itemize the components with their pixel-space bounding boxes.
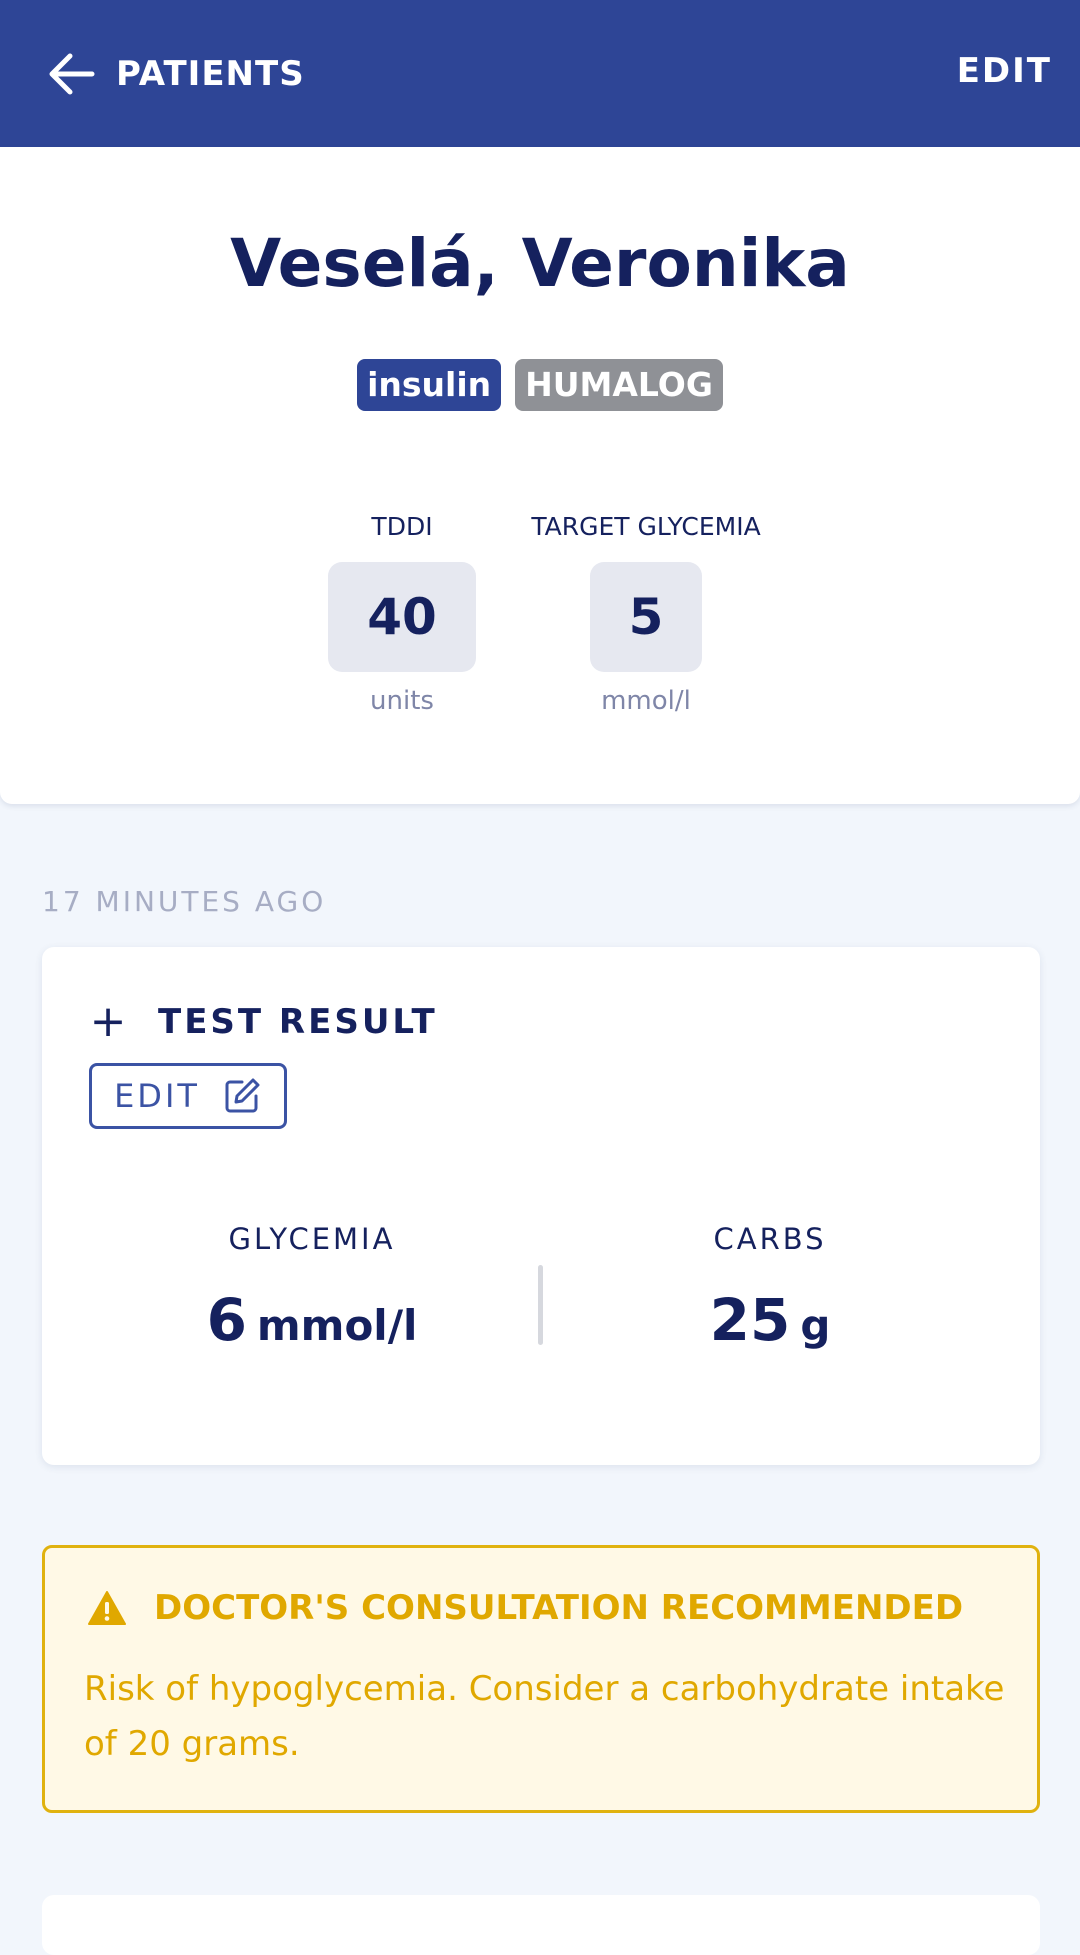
back-to-patients-button[interactable]: PATIENTS: [48, 50, 305, 98]
entry-timestamp: 17 MINUTES AGO: [42, 885, 327, 918]
test-result-heading: + TEST RESULT: [88, 1000, 438, 1044]
alert-title: DOCTOR'S CONSULTATION RECOMMENDED: [154, 1588, 964, 1628]
target-glycemia-metric: TARGET GLYCEMIA 5 mmol/l: [526, 512, 766, 716]
glycemia-reading: GLYCEMIA 6 mmol/l: [102, 1222, 522, 1354]
carbs-value: 25: [709, 1286, 791, 1354]
tddi-value: 40: [328, 562, 476, 672]
glycemia-value: 6: [206, 1286, 247, 1354]
carbs-unit: g: [800, 1301, 831, 1350]
target-glycemia-value: 5: [590, 562, 702, 672]
edit-entry-label: EDIT: [114, 1077, 200, 1115]
insulin-brand-badge: HUMALOG: [515, 359, 723, 411]
edit-entry-button[interactable]: EDIT: [89, 1063, 287, 1129]
tddi-label: TDDI: [371, 512, 433, 541]
tddi-metric: TDDI 40 units: [282, 512, 522, 716]
insulin-badge: insulin: [357, 359, 502, 411]
warning-triangle-icon: [88, 1591, 126, 1625]
arrow-left-icon: [49, 53, 95, 95]
target-glycemia-unit: mmol/l: [601, 686, 691, 716]
alert-message: Risk of hypoglycemia. Consider a carbohy…: [84, 1669, 1005, 1764]
next-entry-card: [42, 1895, 1040, 1955]
reading-divider: [538, 1265, 543, 1345]
edit-patient-button[interactable]: EDIT: [957, 51, 1052, 91]
carbs-reading: CARBS 25 g: [560, 1222, 980, 1354]
patient-name: Veselá, Veronika: [230, 225, 850, 302]
tddi-unit: units: [370, 686, 434, 716]
glycemia-label: GLYCEMIA: [228, 1222, 396, 1256]
edit-square-icon: [225, 1078, 260, 1113]
carbs-label: CARBS: [713, 1222, 827, 1256]
patient-badges: insulin HUMALOG: [0, 359, 1080, 411]
back-label: PATIENTS: [116, 54, 305, 94]
alert-heading: DOCTOR'S CONSULTATION RECOMMENDED: [88, 1588, 963, 1628]
target-glycemia-label: TARGET GLYCEMIA: [531, 512, 761, 541]
plus-icon: +: [89, 996, 127, 1047]
glycemia-unit: mmol/l: [256, 1301, 418, 1350]
app-bar: PATIENTS EDIT: [0, 0, 1080, 147]
test-result-title: TEST RESULT: [158, 1002, 438, 1042]
